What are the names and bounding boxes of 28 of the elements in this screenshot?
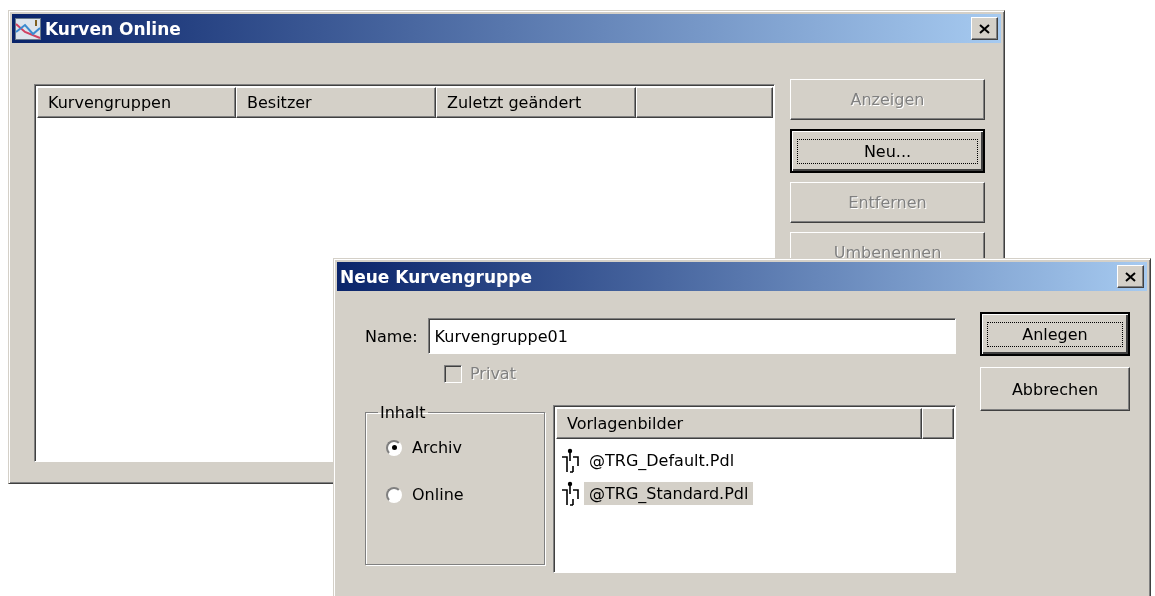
radio-button[interactable]	[386, 439, 402, 456]
column-header[interactable]: Zuletzt geändert	[436, 87, 636, 118]
close-button[interactable]	[1117, 265, 1144, 288]
dialog-button[interactable]: Abbrechen	[980, 367, 1130, 411]
column-header[interactable]	[636, 87, 773, 118]
close-icon	[979, 23, 990, 34]
window-title: Neue Kurvengruppe	[340, 266, 533, 287]
column-header[interactable]: Vorlagenbilder	[556, 408, 922, 439]
column-header[interactable]	[922, 408, 954, 439]
window-title: Kurven Online	[45, 18, 182, 39]
radio-label: Archiv	[412, 438, 463, 457]
dialog-button[interactable]: Anlegen	[980, 312, 1130, 356]
group-label: Inhalt	[379, 403, 427, 422]
action-button[interactable]: Neu...	[790, 129, 985, 173]
field-label: Name:	[365, 326, 418, 346]
close-button[interactable]	[971, 17, 998, 40]
radio-button[interactable]	[386, 486, 402, 503]
figure-icon	[560, 480, 580, 507]
figure-icon	[560, 447, 580, 474]
column-header[interactable]: Kurvengruppen	[37, 87, 236, 118]
name-input-field[interactable]: Kurvengruppe01	[427, 318, 956, 354]
chart-icon	[15, 17, 41, 40]
list-item[interactable]: @TRG_Default.Pdl	[584, 449, 740, 472]
radio-label: Online	[412, 485, 464, 504]
column-header[interactable]: Besitzer	[236, 87, 436, 118]
close-icon	[1125, 271, 1136, 282]
checkbox-label: Privat	[470, 364, 516, 383]
list-item[interactable]: @TRG_Standard.Pdl	[584, 482, 754, 505]
